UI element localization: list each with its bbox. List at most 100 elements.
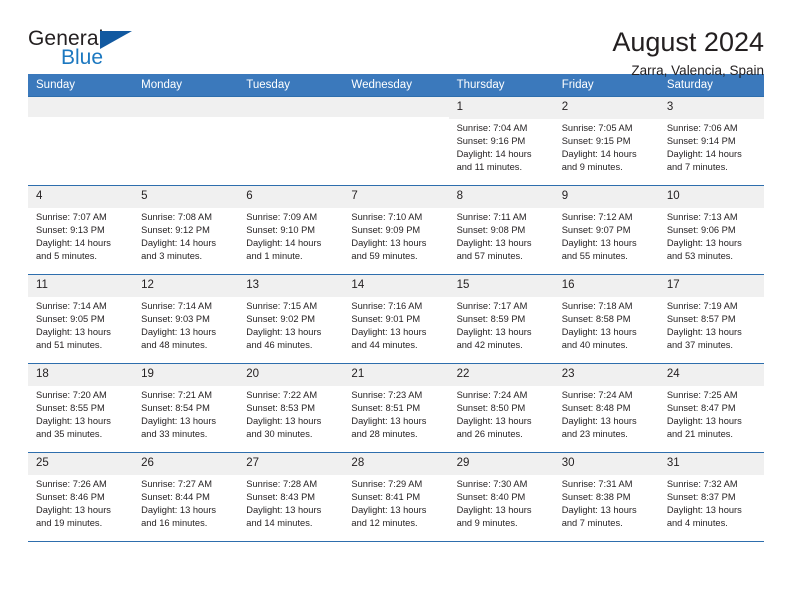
sunset-text: Sunset: 8:46 PM (36, 491, 105, 502)
weekday-header-tuesday: Tuesday (238, 74, 344, 97)
calendar-day-cell[interactable]: 31 Sunrise: 7:32 AM Sunset: 8:37 PM Dayligh… (658, 452, 764, 542)
calendar-day-cell[interactable]: 21 Sunrise: 7:23 AM Sunset: 8:51 PM Dayligh… (343, 363, 449, 453)
day-cell-content: 5 Sunrise: 7:08 AM Sunset: 9:12 PM Daylight… (133, 186, 239, 274)
general-blue-logo[interactable]: General Blue (28, 28, 148, 74)
day-cell-content: 21 Sunrise: 7:23 AM Sunset: 8:51 PM Dayligh… (343, 364, 449, 452)
sunset-text: Sunset: 8:41 PM (351, 491, 421, 502)
calendar-day-cell[interactable]: 18 Sunrise: 7:20 AM Sunset: 8:55 PM Dayligh… (28, 363, 134, 453)
sunrise-text: Sunrise: 7:07 AM (36, 211, 107, 222)
day-sun-info: Sunrise: 7:04 AM Sunset: 9:16 PM Daylight:… (449, 119, 554, 175)
day-number: 31 (658, 453, 764, 475)
calendar-day-cell[interactable]: 17 Sunrise: 7:19 AM Sunset: 8:57 PM Dayligh… (658, 274, 764, 364)
calendar-day-cell[interactable]: 19 Sunrise: 7:21 AM Sunset: 8:54 PM Dayligh… (133, 363, 239, 453)
sunset-text: Sunset: 8:37 PM (666, 491, 736, 502)
daylight-text: Daylight: 13 hours and 4 minutes. (666, 504, 742, 529)
day-number: 13 (238, 275, 344, 297)
sunset-text: Sunset: 8:51 PM (351, 402, 421, 413)
day-sun-info: Sunrise: 7:31 AM Sunset: 8:38 PM Daylight:… (554, 475, 659, 531)
daylight-text: Daylight: 14 hours and 7 minutes. (666, 148, 742, 173)
calendar-day-cell[interactable]: 30 Sunrise: 7:31 AM Sunset: 8:38 PM Dayligh… (553, 452, 659, 542)
weekday-header-monday: Monday (133, 74, 239, 97)
calendar-body: 1 Sunrise: 7:04 AM Sunset: 9:16 PM Daylight… (28, 96, 764, 542)
sunrise-text: Sunrise: 7:24 AM (456, 389, 528, 400)
calendar-day-cell[interactable]: 16 Sunrise: 7:18 AM Sunset: 8:58 PM Dayligh… (553, 274, 659, 364)
calendar-day-cell[interactable]: 5 Sunrise: 7:08 AM Sunset: 9:12 PM Daylight… (133, 185, 239, 275)
sunrise-text: Sunrise: 7:27 AM (141, 478, 212, 489)
day-cell-content: 20 Sunrise: 7:22 AM Sunset: 8:53 PM Dayligh… (238, 364, 344, 452)
day-sun-info: Sunrise: 7:16 AM Sunset: 9:01 PM Daylight:… (343, 297, 448, 353)
day-number: 18 (28, 364, 134, 386)
calendar-day-cell[interactable]: 15 Sunrise: 7:17 AM Sunset: 8:59 PM Dayligh… (448, 274, 554, 364)
day-number: 22 (448, 364, 554, 386)
daylight-text: Daylight: 14 hours and 3 minutes. (141, 237, 217, 262)
calendar-day-cell[interactable]: 10 Sunrise: 7:13 AM Sunset: 9:06 PM Dayligh… (658, 185, 764, 275)
day-sun-info: Sunrise: 7:32 AM Sunset: 8:37 PM Daylight:… (659, 475, 764, 531)
daylight-text: Daylight: 13 hours and 21 minutes. (666, 415, 742, 440)
sunrise-text: Sunrise: 7:09 AM (246, 211, 318, 222)
sunrise-text: Sunrise: 7:24 AM (561, 389, 633, 400)
sunset-text: Sunset: 9:15 PM (561, 135, 631, 146)
calendar-day-cell[interactable]: 2 Sunrise: 7:05 AM Sunset: 9:15 PM Daylight… (553, 96, 659, 186)
daylight-text: Daylight: 14 hours and 5 minutes. (36, 237, 111, 262)
calendar-day-cell[interactable]: 25 Sunrise: 7:26 AM Sunset: 8:46 PM Dayligh… (28, 452, 134, 542)
calendar-day-cell[interactable]: 4 Sunrise: 7:07 AM Sunset: 9:13 PM Daylight… (28, 185, 134, 275)
calendar-day-cell[interactable]: 6 Sunrise: 7:09 AM Sunset: 9:10 PM Daylight… (238, 185, 344, 275)
calendar-day-cell[interactable]: 8 Sunrise: 7:11 AM Sunset: 9:08 PM Daylight… (448, 185, 554, 275)
day-number: 21 (343, 364, 449, 386)
sunset-text: Sunset: 9:13 PM (36, 224, 105, 235)
day-sun-info: Sunrise: 7:07 AM Sunset: 9:13 PM Daylight:… (28, 208, 133, 264)
calendar-day-cell-empty (133, 96, 239, 186)
sunset-text: Sunset: 8:50 PM (456, 402, 526, 413)
calendar-day-cell[interactable]: 14 Sunrise: 7:16 AM Sunset: 9:01 PM Dayligh… (343, 274, 449, 364)
daylight-text: Daylight: 13 hours and 23 minutes. (561, 415, 637, 440)
day-sun-info: Sunrise: 7:30 AM Sunset: 8:40 PM Daylight:… (449, 475, 554, 531)
calendar-day-cell[interactable]: 27 Sunrise: 7:28 AM Sunset: 8:43 PM Dayligh… (238, 452, 344, 542)
sunset-text: Sunset: 9:03 PM (141, 313, 210, 324)
day-sun-info: Sunrise: 7:17 AM Sunset: 8:59 PM Daylight:… (449, 297, 554, 353)
sunrise-text: Sunrise: 7:14 AM (36, 300, 107, 311)
calendar-day-cell[interactable]: 9 Sunrise: 7:12 AM Sunset: 9:07 PM Daylight… (553, 185, 659, 275)
calendar-day-cell[interactable]: 23 Sunrise: 7:24 AM Sunset: 8:48 PM Dayligh… (553, 363, 659, 453)
sunrise-text: Sunrise: 7:13 AM (666, 211, 738, 222)
day-cell-content: 29 Sunrise: 7:30 AM Sunset: 8:40 PM Dayligh… (448, 453, 554, 541)
daylight-text: Daylight: 13 hours and 53 minutes. (666, 237, 742, 262)
daylight-text: Daylight: 14 hours and 1 minute. (246, 237, 322, 262)
daylight-text: Daylight: 13 hours and 44 minutes. (351, 326, 427, 351)
day-number: 17 (658, 275, 764, 297)
sunrise-text: Sunrise: 7:21 AM (141, 389, 212, 400)
day-sun-info: Sunrise: 7:21 AM Sunset: 8:54 PM Daylight:… (133, 386, 238, 442)
calendar-day-cell[interactable]: 24 Sunrise: 7:25 AM Sunset: 8:47 PM Dayligh… (658, 363, 764, 453)
calendar-day-cell[interactable]: 20 Sunrise: 7:22 AM Sunset: 8:53 PM Dayligh… (238, 363, 344, 453)
day-number: 6 (238, 186, 344, 208)
sunset-text: Sunset: 8:44 PM (141, 491, 210, 502)
calendar-day-cell[interactable]: 1 Sunrise: 7:04 AM Sunset: 9:16 PM Daylight… (448, 96, 554, 186)
calendar-day-cell[interactable]: 11 Sunrise: 7:14 AM Sunset: 9:05 PM Dayligh… (28, 274, 134, 364)
day-sun-info: Sunrise: 7:05 AM Sunset: 9:15 PM Daylight:… (554, 119, 659, 175)
calendar-day-cell[interactable]: 13 Sunrise: 7:15 AM Sunset: 9:02 PM Dayligh… (238, 274, 344, 364)
calendar-day-cell[interactable]: 29 Sunrise: 7:30 AM Sunset: 8:40 PM Dayligh… (448, 452, 554, 542)
calendar-day-cell[interactable]: 28 Sunrise: 7:29 AM Sunset: 8:41 PM Dayligh… (343, 452, 449, 542)
day-number: 16 (553, 275, 659, 297)
day-number: 19 (133, 364, 239, 386)
day-sun-info: Sunrise: 7:15 AM Sunset: 9:02 PM Daylight:… (238, 297, 343, 353)
calendar-day-cell[interactable]: 3 Sunrise: 7:06 AM Sunset: 9:14 PM Daylight… (658, 96, 764, 186)
calendar-day-cell[interactable]: 12 Sunrise: 7:14 AM Sunset: 9:03 PM Dayligh… (133, 274, 239, 364)
daylight-text: Daylight: 13 hours and 12 minutes. (351, 504, 427, 529)
sunset-text: Sunset: 8:55 PM (36, 402, 105, 413)
day-sun-info: Sunrise: 7:26 AM Sunset: 8:46 PM Daylight:… (28, 475, 133, 531)
day-sun-info: Sunrise: 7:06 AM Sunset: 9:14 PM Daylight:… (659, 119, 764, 175)
day-number: 26 (133, 453, 239, 475)
sunset-text: Sunset: 8:57 PM (666, 313, 736, 324)
calendar-day-cell[interactable]: 26 Sunrise: 7:27 AM Sunset: 8:44 PM Dayligh… (133, 452, 239, 542)
daylight-text: Daylight: 13 hours and 14 minutes. (246, 504, 322, 529)
calendar-day-cell[interactable]: 22 Sunrise: 7:24 AM Sunset: 8:50 PM Dayligh… (448, 363, 554, 453)
day-cell-content (28, 97, 134, 185)
day-sun-info: Sunrise: 7:14 AM Sunset: 9:03 PM Daylight:… (133, 297, 238, 353)
day-number: 7 (343, 186, 449, 208)
day-number: 25 (28, 453, 134, 475)
day-cell-content: 16 Sunrise: 7:18 AM Sunset: 8:58 PM Dayligh… (553, 275, 659, 363)
day-number: 29 (448, 453, 554, 475)
calendar-day-cell[interactable]: 7 Sunrise: 7:10 AM Sunset: 9:09 PM Daylight… (343, 185, 449, 275)
day-cell-content (238, 97, 344, 185)
day-number (133, 97, 239, 117)
